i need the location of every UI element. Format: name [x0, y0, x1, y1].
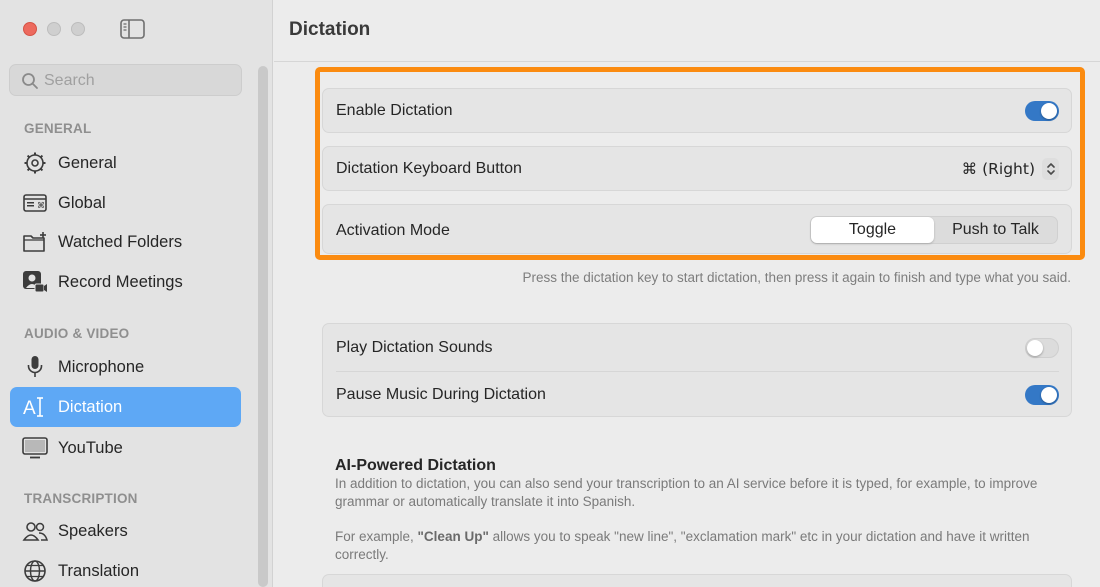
sidebar-item-speakers[interactable]: Speakers [10, 511, 241, 551]
microphone-icon [22, 354, 48, 380]
sidebar-item-label: General [58, 153, 117, 172]
sidebar-item-record-meetings[interactable]: Record Meetings [10, 262, 241, 302]
section-heading-general: GENERAL [24, 121, 92, 136]
play-sounds-switch[interactable] [1025, 338, 1059, 358]
sidebar: GENERAL General ⌘ [0, 0, 273, 587]
sidebar-item-label: Translation [58, 561, 140, 580]
section-heading-transcription: TRANSCRIPTION [24, 491, 138, 506]
search-input[interactable] [44, 69, 234, 93]
globe-icon [22, 558, 48, 584]
display-icon [22, 435, 48, 461]
pause-music-switch[interactable] [1025, 385, 1059, 405]
toggle-sidebar-icon[interactable] [120, 19, 145, 39]
sidebar-scrollbar[interactable] [258, 66, 268, 587]
page-title: Dictation [289, 19, 371, 40]
search-icon [21, 72, 39, 90]
sidebar-item-label: Speakers [58, 521, 128, 540]
sidebar-item-microphone[interactable]: Microphone [10, 347, 241, 387]
gear-icon [22, 150, 48, 176]
activation-hint: Press the dictation key to start dictati… [522, 270, 1071, 285]
search-field[interactable] [9, 64, 242, 96]
pause-music-label: Pause Music During Dictation [336, 386, 546, 403]
svg-text:⌘: ⌘ [37, 201, 45, 210]
main-panel: Dictation Enable Dictation Dictation Key… [274, 0, 1100, 587]
folder-plus-icon [22, 229, 48, 255]
divider [336, 371, 1059, 372]
play-sounds-label: Play Dictation Sounds [336, 339, 493, 356]
people-icon [22, 518, 48, 544]
sidebar-item-label: Dictation [58, 397, 123, 416]
ai-section-description: In addition to dictation, you can also s… [335, 476, 1038, 509]
sounds-card: Play Dictation Sounds Pause Music During… [322, 323, 1072, 417]
ai-section-title: AI-Powered Dictation [335, 457, 496, 474]
titlebar: Dictation [274, 0, 1100, 62]
sidebar-item-label: YouTube [58, 438, 123, 457]
sidebar-item-translation[interactable]: Translation [10, 551, 241, 587]
sidebar-item-label: Watched Folders [58, 232, 183, 251]
ai-example-bold: "Clean Up" [417, 529, 489, 544]
sidebar-item-label: Microphone [58, 357, 145, 376]
keyboard-icon: ⌘ [22, 190, 48, 216]
highlight-annotation [315, 67, 1085, 260]
sidebar-item-dictation[interactable]: A Dictation [10, 387, 241, 427]
sidebar-item-watched-folders[interactable]: Watched Folders [10, 222, 241, 262]
sidebar-item-label: Global [58, 193, 106, 212]
window-minimize-button[interactable] [47, 22, 61, 36]
sidebar-item-global[interactable]: ⌘ Global [10, 183, 241, 223]
section-heading-audio-video: AUDIO & VIDEO [24, 326, 130, 341]
ai-section-example: For example, "Clean Up" allows you to sp… [335, 528, 1075, 564]
next-card [322, 574, 1072, 587]
window-zoom-button[interactable] [71, 22, 85, 36]
text-cursor-icon: A [22, 394, 48, 420]
window-close-button[interactable] [23, 22, 37, 36]
sidebar-item-general[interactable]: General [10, 143, 241, 183]
svg-text:A: A [23, 398, 36, 419]
sidebar-item-youtube[interactable]: YouTube [10, 428, 241, 468]
ai-example-prefix: For example, [335, 529, 418, 544]
sidebar-item-label: Record Meetings [58, 272, 183, 291]
person-video-icon [22, 269, 48, 295]
